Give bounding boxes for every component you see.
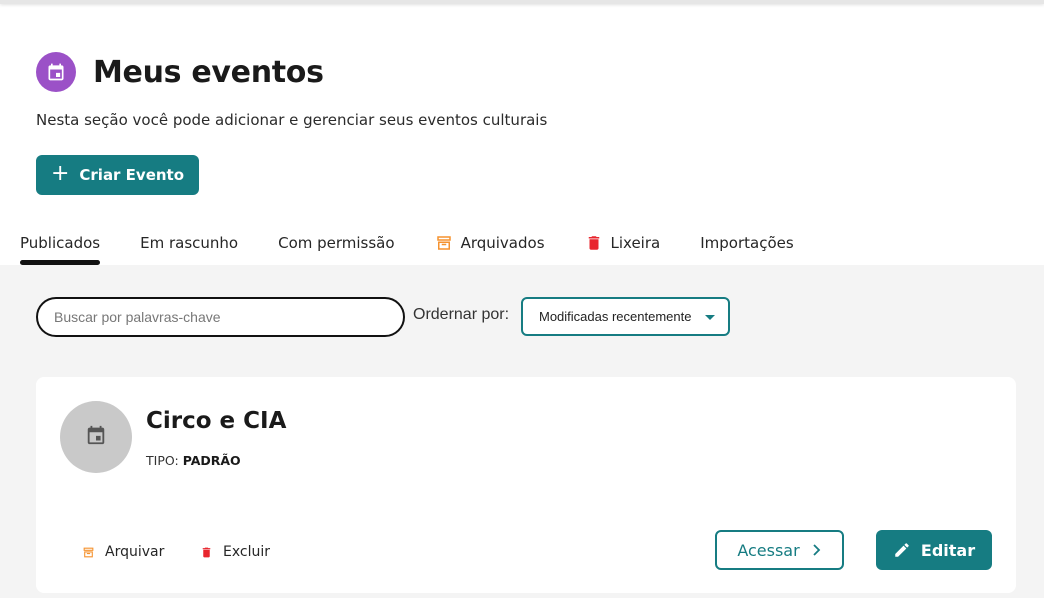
access-button[interactable]: Acessar xyxy=(715,530,844,570)
edit-button[interactable]: Editar xyxy=(876,530,992,570)
search-input[interactable] xyxy=(36,297,405,337)
event-type-label: TIPO: xyxy=(146,453,179,468)
tab-lixeira[interactable]: Lixeira xyxy=(585,226,661,260)
event-avatar xyxy=(60,401,132,473)
page-subtitle: Nesta seção você pode adicionar e gerenc… xyxy=(36,111,548,129)
events-content: Ordernar por: Modificadas recentemente C… xyxy=(0,265,1044,598)
delete-button[interactable]: Excluir xyxy=(200,544,270,560)
edit-label: Editar xyxy=(920,540,976,560)
delete-label: Excluir xyxy=(223,544,270,560)
trash-icon xyxy=(585,233,603,253)
access-label: Acessar xyxy=(737,540,800,560)
page-title: Meus eventos xyxy=(93,54,324,90)
page-header: Meus eventos xyxy=(36,52,324,92)
tab-label: Importações xyxy=(700,234,794,252)
order-label: Ordernar por: xyxy=(413,306,510,323)
tab-label: Com permissão xyxy=(278,234,395,252)
order-select[interactable]: Modificadas recentemente xyxy=(521,297,730,336)
trash-icon xyxy=(200,545,213,560)
tab-importacoes[interactable]: Importações xyxy=(700,226,793,260)
archive-icon xyxy=(435,234,453,252)
top-bar xyxy=(0,0,1044,4)
tab-publicados[interactable]: Publicados xyxy=(20,226,101,265)
chevron-down-icon xyxy=(705,315,715,320)
chevron-right-icon xyxy=(812,544,822,556)
event-type: TIPO: PADRÃO xyxy=(146,453,241,468)
event-tabs: Publicados Em rascunho Com permissão Arq… xyxy=(20,226,834,266)
archive-icon xyxy=(82,546,95,559)
order-selected-value: Modificadas recentemente xyxy=(539,309,692,324)
tab-em-rascunho[interactable]: Em rascunho xyxy=(140,226,238,260)
tab-com-permissao[interactable]: Com permissão xyxy=(278,226,394,260)
archive-button[interactable]: Arquivar xyxy=(82,544,164,560)
create-event-button[interactable]: + Criar Evento xyxy=(36,155,199,195)
event-type-value: PADRÃO xyxy=(182,453,241,468)
create-event-label: Criar Evento xyxy=(79,166,185,184)
event-card: Circo e CIA TIPO: PADRÃO Arquivar Exclui… xyxy=(36,377,1016,593)
tab-arquivados[interactable]: Arquivados xyxy=(435,226,545,260)
archive-label: Arquivar xyxy=(105,544,165,560)
event-title: Circo e CIA xyxy=(146,408,287,434)
tab-label: Lixeira xyxy=(610,234,661,252)
plus-icon: + xyxy=(50,161,70,186)
tab-label: Arquivados xyxy=(460,234,545,252)
calendar-icon xyxy=(85,424,107,450)
pencil-icon xyxy=(893,541,911,559)
tab-label: Publicados xyxy=(20,234,101,252)
tab-label: Em rascunho xyxy=(140,234,239,252)
calendar-icon xyxy=(36,52,76,92)
